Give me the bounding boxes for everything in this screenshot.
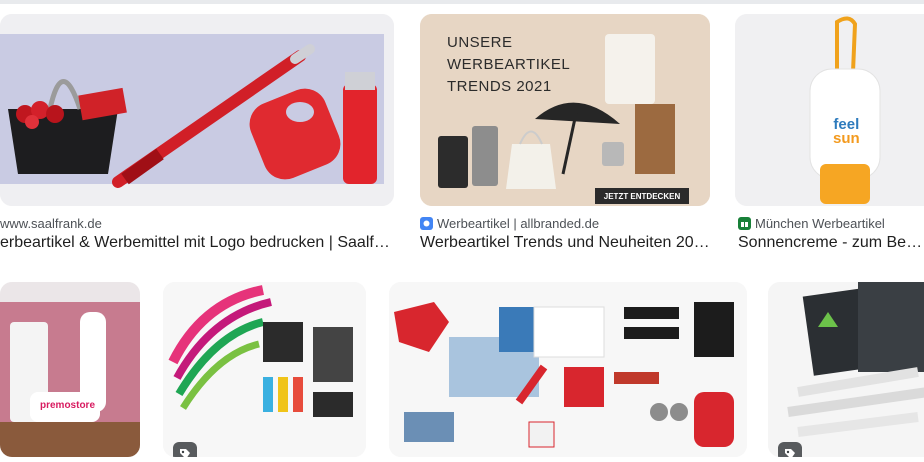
bottle-line: sun (833, 130, 860, 147)
gift-icon (738, 217, 751, 230)
allbranded-icon (420, 217, 433, 230)
tag-icon[interactable] (173, 442, 197, 457)
result-card-pens[interactable] (163, 282, 366, 457)
result-title[interactable]: Sonnencreme - zum Bedru (738, 234, 924, 252)
result-source[interactable]: München Werbeartikel (738, 216, 885, 231)
banner-cta[interactable]: JETZT ENTDECKEN (595, 188, 689, 204)
top-divider (0, 0, 924, 4)
result-card-notebooks[interactable] (768, 282, 924, 457)
bottle-label: feel sun (833, 117, 860, 147)
result-image-bottle-set[interactable] (0, 282, 140, 457)
result-card-premostore[interactable]: premostore (0, 282, 140, 457)
result-source-text[interactable]: Werbeartikel | allbranded.de (437, 216, 599, 231)
result-image-collection[interactable] (389, 282, 747, 457)
result-image-promo-items[interactable] (0, 14, 394, 206)
result-card-sunscreen[interactable]: feel sun (735, 14, 924, 206)
banner-line: TRENDS 2021 (447, 78, 552, 95)
result-card-collection[interactable] (389, 282, 747, 457)
result-image-pens[interactable] (163, 282, 366, 457)
banner-line: UNSERE (447, 34, 513, 51)
result-source[interactable]: www.saalfrank.de (0, 216, 102, 231)
result-card-saalfrank[interactable] (0, 14, 394, 206)
banner-line: WERBEARTIKEL (447, 56, 571, 73)
tag-icon[interactable] (778, 442, 802, 457)
result-image-notebooks[interactable] (768, 282, 924, 457)
result-image-sunscreen[interactable] (735, 14, 924, 206)
result-source-text[interactable]: www.saalfrank.de (0, 216, 102, 231)
result-source-text[interactable]: München Werbeartikel (755, 216, 885, 231)
result-title[interactable]: Werbeartikel Trends und Neuheiten 20… (420, 234, 710, 252)
banner-heading: UNSERE WERBEARTIKEL TRENDS 2021 (447, 32, 570, 98)
result-title[interactable]: erbeartikel & Werbemittel mit Logo bedru… (0, 234, 394, 252)
result-card-allbranded[interactable]: UNSERE WERBEARTIKEL TRENDS 2021 JETZT EN… (420, 14, 710, 206)
result-source[interactable]: Werbeartikel | allbranded.de (420, 216, 599, 231)
product-label: premostore (40, 400, 96, 411)
